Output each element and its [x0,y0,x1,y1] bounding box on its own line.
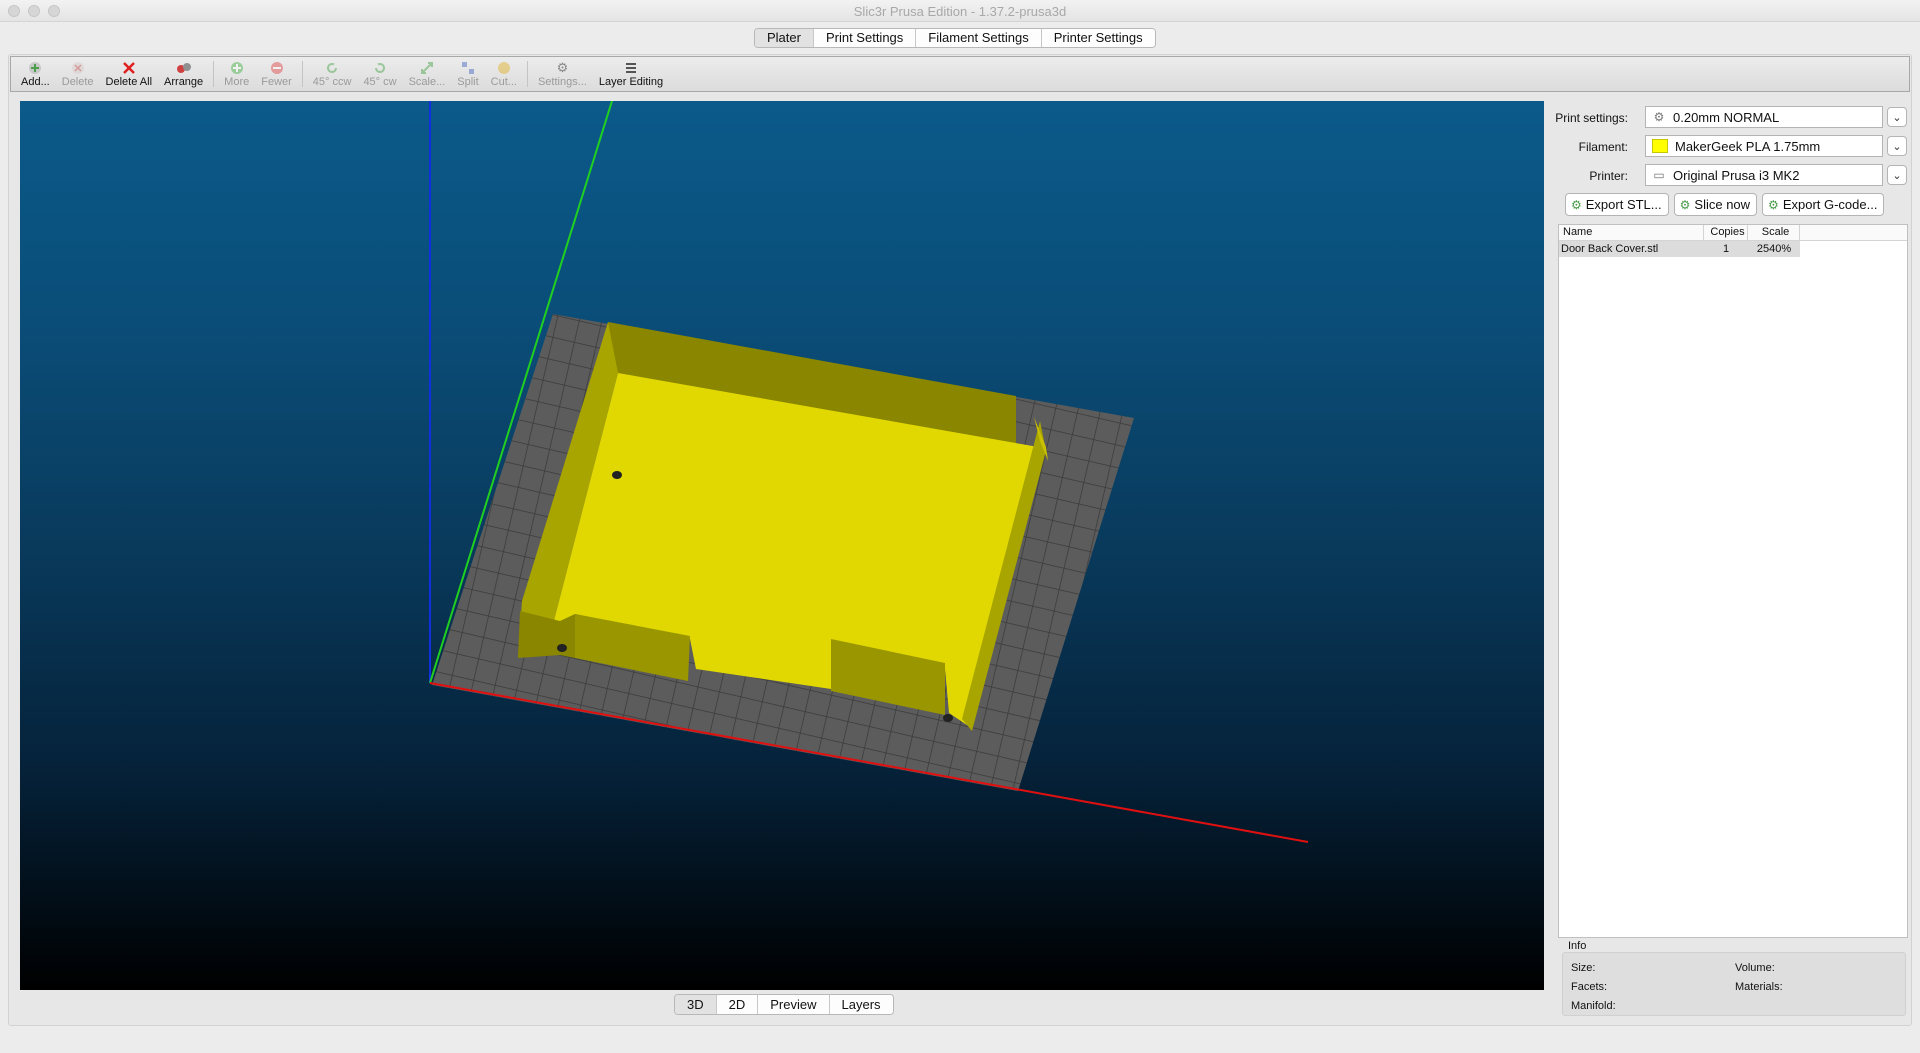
model-hole [612,471,622,479]
rotate-cw-button[interactable]: 45° cw [359,57,400,89]
rotate-cw-icon [372,60,388,76]
tab-printer-settings[interactable]: Printer Settings [1041,29,1155,47]
print-settings-select[interactable]: ⚙ 0.20mm NORMAL [1645,106,1883,128]
object-name: Door Back Cover.stl [1561,243,1659,255]
window-title: Slic3r Prusa Edition - 1.37.2-prusa3d [853,4,1067,19]
model-hole [943,714,953,722]
filament-label: Filament: [1578,140,1628,154]
title-bar: Slic3r Prusa Edition - 1.37.2-prusa3d [0,0,1920,22]
gear-icon: ⚙ [556,60,569,75]
delete-icon [70,60,86,76]
delete-all-icon [121,60,137,76]
cut-icon [496,60,512,76]
tab-layers[interactable]: Layers [829,995,893,1014]
printer-label: Printer: [1589,169,1628,183]
arrange-icon [176,60,192,76]
column-header-copies[interactable]: Copies [1704,225,1748,240]
scale-icon [419,60,435,76]
tab-print-settings[interactable]: Print Settings [813,29,917,47]
delete-all-button[interactable]: Delete All [102,57,156,89]
print-settings-label: Print settings: [1555,111,1628,125]
layer-editing-button[interactable]: Layer Editing [595,57,667,89]
add-icon [27,60,43,76]
printer-dropdown-button[interactable]: ⌄ [1887,165,1907,185]
cut-button[interactable]: Cut... [487,57,521,89]
minus-icon [269,60,285,76]
info-manifold-label: Manifold: [1571,1000,1616,1012]
chevron-down-icon: ⌄ [1892,169,1902,182]
add-button[interactable]: Add... [17,57,54,89]
tab-3d[interactable]: 3D [675,995,717,1014]
column-header-scale[interactable]: Scale [1748,225,1800,240]
print-settings-dropdown-button[interactable]: ⌄ [1887,107,1907,127]
gear-icon: ⚙ [1653,110,1665,124]
object-list[interactable]: Name Copies Scale Door Back Cover.stl 1 … [1558,224,1908,938]
tab-filament-settings[interactable]: Filament Settings [916,29,1042,47]
info-title: Info [1568,940,1587,952]
plater-toolbar: Add... Delete Delete All Arrange More Fe… [10,56,1910,92]
toolbar-separator [301,61,303,87]
tab-plater[interactable]: Plater [755,29,814,47]
tab-2d[interactable]: 2D [716,995,759,1014]
view-tabs: 3D 2D Preview Layers [674,994,894,1015]
info-panel: Info Size: Volume: Facets: Materials: Ma… [1558,938,1908,1018]
action-buttons: ⚙ Export STL... ⚙ Slice now ⚙ Export G-c… [1565,193,1889,216]
export-gcode-button[interactable]: ⚙ Export G-code... [1762,193,1885,216]
tab-preview[interactable]: Preview [758,995,830,1014]
toolbar-separator [526,61,528,87]
column-header-name[interactable]: Name [1559,225,1704,240]
printer-icon: ▭ [1653,168,1665,182]
3d-canvas[interactable] [20,101,1544,990]
delete-button[interactable]: Delete [58,57,98,89]
export-icon: ⚙ [1768,197,1779,212]
table-row[interactable]: Door Back Cover.stl 1 2540% [1559,241,1800,257]
slice-now-button[interactable]: ⚙ Slice now [1673,193,1758,216]
fewer-button[interactable]: Fewer [257,57,296,89]
settings-button[interactable]: ⚙ Settings... [534,57,591,89]
layers-icon [623,60,639,76]
more-button[interactable]: More [220,57,253,89]
filament-row: Filament: MakerGeek PLA 1.75mm ⌄ [1556,135,1912,159]
printer-select[interactable]: ▭ Original Prusa i3 MK2 [1645,164,1883,186]
filament-dropdown-button[interactable]: ⌄ [1887,136,1907,156]
rotate-ccw-icon [324,60,340,76]
info-volume-label: Volume: [1735,962,1775,974]
split-icon [460,60,476,76]
slice-icon: ⚙ [1679,197,1691,212]
model-hole [557,644,567,652]
info-box: Size: Volume: Facets: Materials: Manifol… [1562,952,1906,1016]
toolbar-separator [213,61,215,87]
rotate-ccw-button[interactable]: 45° ccw [309,57,356,89]
plus-icon [229,60,245,76]
3d-scene [429,101,1309,843]
printer-row: Printer: ▭ Original Prusa i3 MK2 ⌄ [1556,164,1912,188]
scale-button[interactable]: Scale... [405,57,450,89]
filament-select[interactable]: MakerGeek PLA 1.75mm [1645,135,1883,157]
object-copies: 1 [1722,243,1730,255]
info-size-label: Size: [1571,962,1596,974]
export-stl-button[interactable]: ⚙ Export STL... [1565,193,1669,216]
chevron-down-icon: ⌄ [1892,111,1902,124]
chevron-down-icon: ⌄ [1892,140,1902,153]
export-icon: ⚙ [1571,197,1582,212]
main-tabs: Plater Print Settings Filament Settings … [754,28,1156,48]
filament-color-swatch [1652,139,1668,153]
split-button[interactable]: Split [453,57,482,89]
info-facets-label: Facets: [1571,981,1608,993]
model-front-edge-left [518,611,575,658]
right-panel: Print settings: ⚙ 0.20mm NORMAL ⌄ Filame… [1555,101,1912,1021]
arrange-button[interactable]: Arrange [160,57,207,89]
object-scale: 2540% [1756,243,1792,255]
object-list-header: Name Copies Scale [1559,225,1907,241]
print-settings-row: Print settings: ⚙ 0.20mm NORMAL ⌄ [1555,106,1912,130]
info-materials-label: Materials: [1735,981,1783,993]
